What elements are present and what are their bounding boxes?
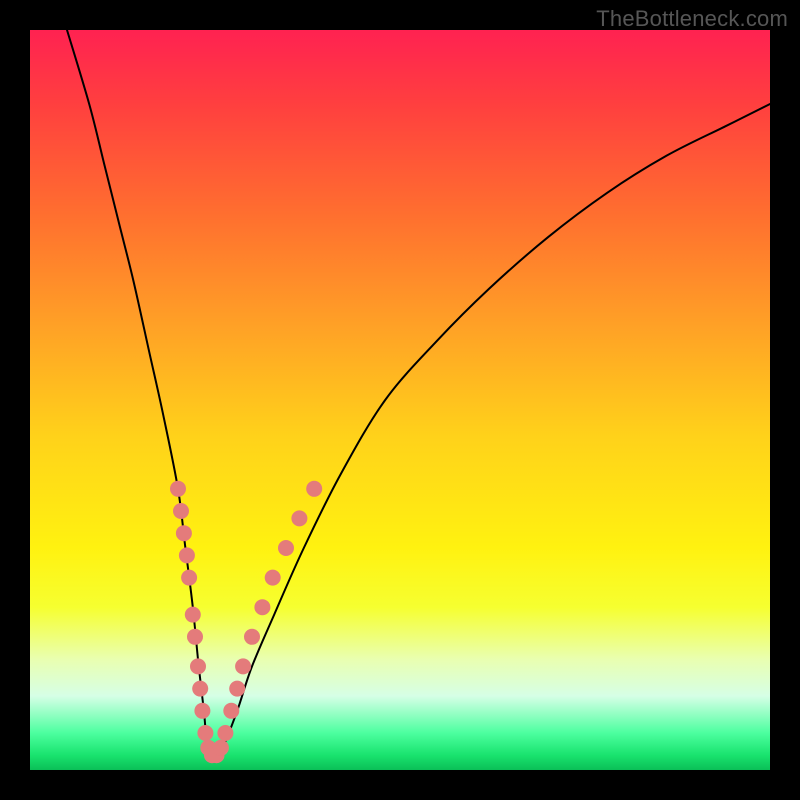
data-marker xyxy=(278,540,294,556)
data-marker xyxy=(254,599,270,615)
data-marker xyxy=(185,607,201,623)
data-marker xyxy=(176,525,192,541)
data-marker xyxy=(244,629,260,645)
marker-group xyxy=(170,481,322,763)
data-marker xyxy=(306,481,322,497)
chart-frame: TheBottleneck.com xyxy=(0,0,800,800)
data-marker xyxy=(213,740,229,756)
data-marker xyxy=(217,725,233,741)
bottleneck-curve xyxy=(67,30,770,755)
data-marker xyxy=(229,681,245,697)
data-marker xyxy=(173,503,189,519)
data-marker xyxy=(190,658,206,674)
data-marker xyxy=(223,703,239,719)
data-marker xyxy=(179,547,195,563)
data-marker xyxy=(197,725,213,741)
data-marker xyxy=(194,703,210,719)
data-marker xyxy=(265,570,281,586)
data-marker xyxy=(181,570,197,586)
data-marker xyxy=(291,510,307,526)
curve-layer xyxy=(30,30,770,770)
data-marker xyxy=(187,629,203,645)
data-marker xyxy=(192,681,208,697)
data-marker xyxy=(235,658,251,674)
plot-area xyxy=(30,30,770,770)
watermark-text: TheBottleneck.com xyxy=(596,6,788,32)
data-marker xyxy=(170,481,186,497)
